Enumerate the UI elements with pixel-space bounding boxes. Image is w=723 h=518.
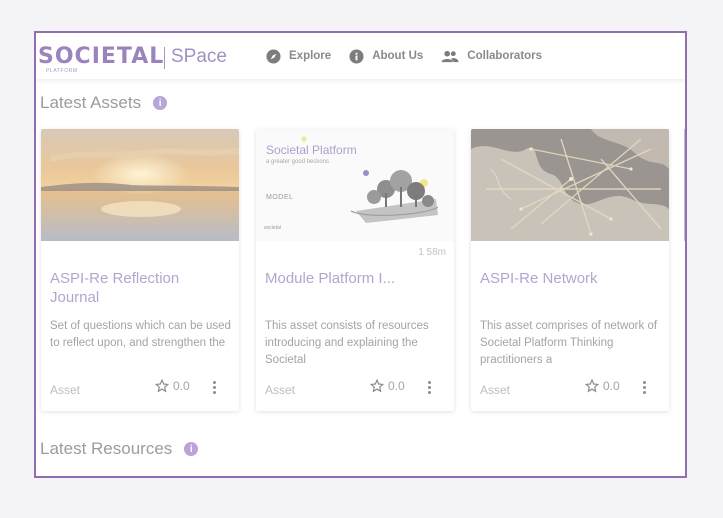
latest-assets-title: Latest Assets: [40, 93, 142, 112]
top-navbar: SOCIETAL PLATFORM SPace Explore About Us…: [36, 33, 685, 79]
nav-about-us[interactable]: About Us: [349, 48, 424, 64]
card-description: This asset consists of resources introdu…: [265, 320, 429, 366]
asset-card[interactable]: ASPI-Re Reflection Journal Set of questi…: [41, 129, 239, 411]
asset-card[interactable]: Societal Platform a greater good beckons…: [256, 129, 454, 411]
card-rating[interactable]: 0.0: [370, 379, 405, 393]
latest-resources-heading: Latest Resources i: [40, 439, 199, 459]
card-rating-value: 0.0: [603, 379, 620, 393]
card-title[interactable]: ASPI-Re Network: [480, 269, 660, 309]
more-options-icon[interactable]: [639, 378, 649, 396]
societal-platform-slide-image: Societal Platform a greater good beckons…: [256, 129, 454, 241]
card-type-label: Asset: [480, 383, 511, 397]
europe-network-map-image: [471, 129, 669, 241]
star-icon: [370, 379, 384, 393]
latest-resources-info-icon[interactable]: i: [184, 442, 199, 456]
more-options-icon[interactable]: [209, 378, 219, 396]
card-description: Set of questions which can be used to re…: [50, 320, 231, 349]
trees-illustration-icon: [301, 136, 439, 223]
nav-explore[interactable]: Explore: [266, 48, 332, 64]
logo-subtext: PLATFORM: [46, 68, 78, 74]
logo-space-text: SPace: [171, 46, 227, 67]
asset-card[interactable]: ASPI-Re Network This asset comprises of …: [471, 129, 669, 411]
card-type-label: Asset: [50, 383, 81, 397]
latest-assets-info-icon[interactable]: i: [153, 96, 168, 110]
logo-divider: [164, 47, 165, 69]
next-card-peek[interactable]: [684, 129, 685, 241]
card-rating-value: 0.0: [173, 379, 190, 393]
societal-space-logo[interactable]: SOCIETAL PLATFORM SPace: [38, 33, 248, 79]
star-icon: [155, 379, 169, 393]
nav-collaborators-label: Collaborators: [467, 50, 543, 62]
latest-resources-title: Latest Resources: [40, 439, 173, 458]
info-icon: [349, 48, 364, 64]
app-frame: SOCIETAL PLATFORM SPace Explore About Us…: [34, 31, 687, 478]
card-rating[interactable]: 0.0: [585, 379, 620, 393]
sunset-reflection-image: [41, 129, 239, 241]
compass-icon: [266, 48, 281, 64]
card-title[interactable]: Module Platform I...: [265, 269, 445, 309]
card-description: This asset comprises of network of Socie…: [480, 320, 658, 366]
card-rating-value: 0.0: [388, 379, 405, 393]
nav-about-us-label: About Us: [372, 50, 424, 62]
nav-explore-label: Explore: [289, 50, 332, 62]
card-type-label: Asset: [265, 383, 296, 397]
card-duration: 1 58m: [418, 247, 446, 258]
star-icon: [585, 379, 599, 393]
card-rating[interactable]: 0.0: [155, 379, 190, 393]
card-title[interactable]: ASPI-Re Reflection Journal: [50, 269, 230, 309]
people-icon: [441, 49, 459, 64]
more-options-icon[interactable]: [424, 378, 434, 396]
latest-assets-heading: Latest Assets i: [40, 93, 168, 113]
logo-wordmark: SOCIETAL: [38, 44, 165, 69]
nav-collaborators[interactable]: Collaborators: [441, 49, 542, 64]
